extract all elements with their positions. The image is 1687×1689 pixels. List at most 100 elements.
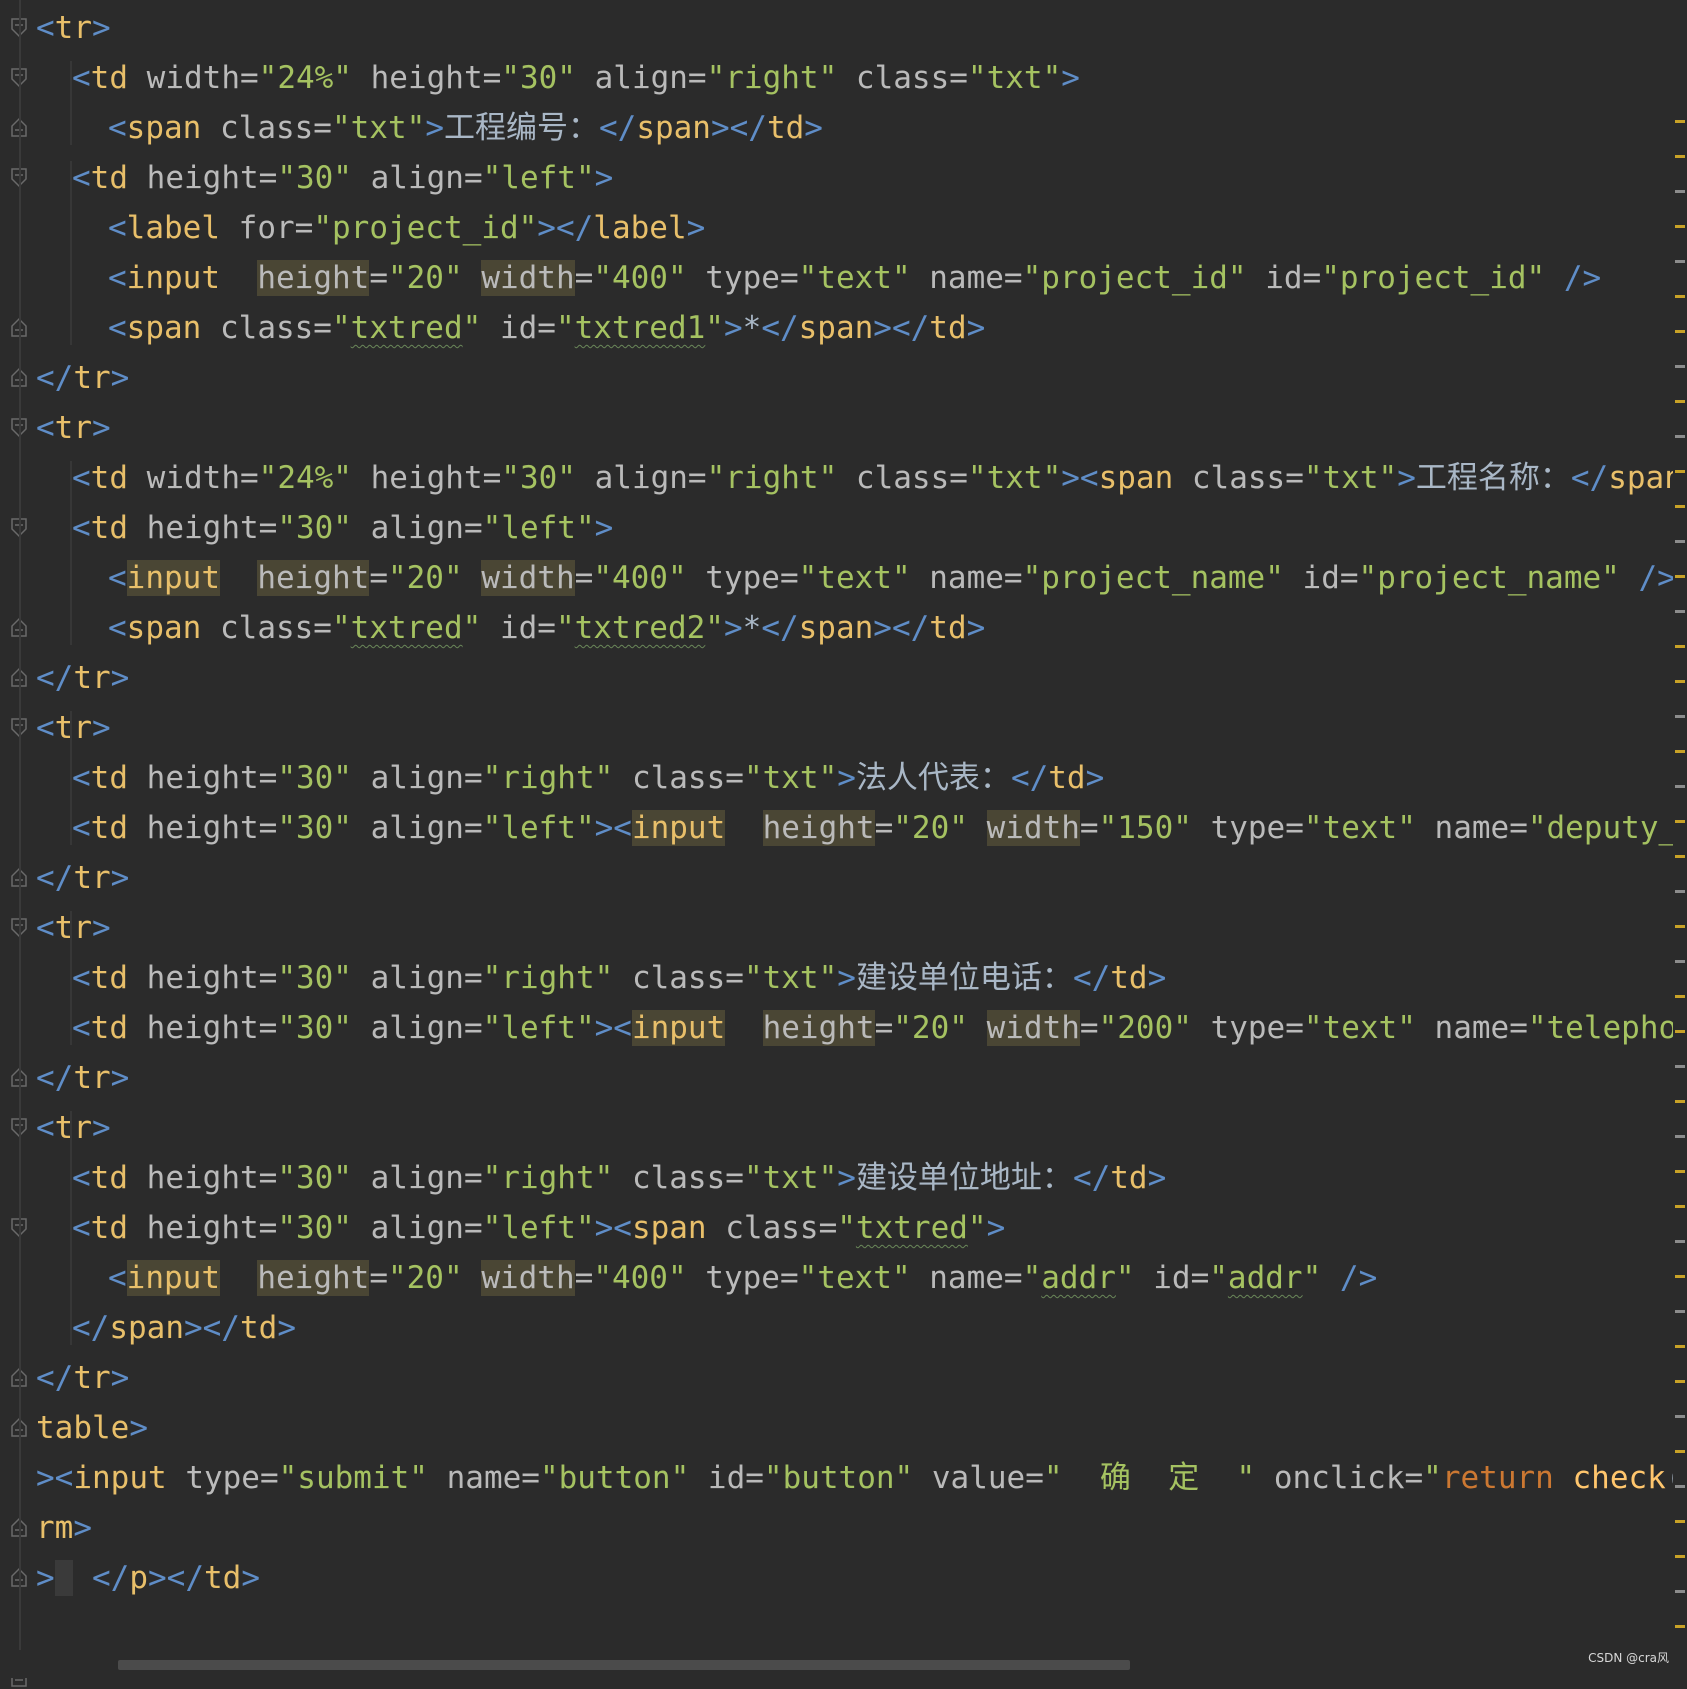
code-token: " xyxy=(462,610,482,646)
stripe-mark[interactable] xyxy=(1675,715,1685,718)
stripe-mark[interactable] xyxy=(1675,1485,1685,1488)
code-token: height= xyxy=(128,810,278,846)
code-line[interactable]: <input height="20" width="400" type="tex… xyxy=(108,253,1601,303)
stripe-mark[interactable] xyxy=(1675,680,1685,683)
stripe-mark[interactable] xyxy=(1675,540,1685,543)
code-line[interactable]: <td width="24%" height="30" align="right… xyxy=(72,53,1080,103)
stripe-mark[interactable] xyxy=(1675,855,1685,858)
code-line[interactable]: <td height="30" align="left"> xyxy=(72,503,613,553)
code-token: > xyxy=(1147,1160,1167,1196)
code-token: < xyxy=(72,510,91,546)
stripe-mark[interactable] xyxy=(1675,925,1685,928)
code-token: height= xyxy=(128,1210,278,1246)
code-line[interactable]: <td height="30" align="left"><span class… xyxy=(72,1203,1005,1253)
stripe-mark[interactable] xyxy=(1675,400,1685,403)
code-line[interactable]: <td height="30" align="right" class="txt… xyxy=(72,753,1104,803)
code-line[interactable]: <td height="30" align="left"><input heig… xyxy=(72,1003,1687,1053)
stripe-mark[interactable] xyxy=(1675,155,1685,158)
code-line[interactable]: <td height="30" align="left"><input heig… xyxy=(72,803,1687,853)
code-editor[interactable]: <tr> <td width="24%" height="30" align="r… xyxy=(0,0,1687,1687)
code-line[interactable]: rm> xyxy=(36,1503,92,1553)
code-token: "txt" xyxy=(967,460,1062,496)
stripe-mark[interactable] xyxy=(1675,365,1685,368)
stripe-mark[interactable] xyxy=(1675,295,1685,298)
stripe-mark[interactable] xyxy=(1675,435,1685,438)
code-line[interactable]: <tr> xyxy=(36,1103,111,1153)
stripe-mark[interactable] xyxy=(1675,820,1685,823)
code-line[interactable]: > </p></td> xyxy=(36,1553,260,1603)
code-line[interactable]: <td height="30" align="right" class="txt… xyxy=(72,1153,1166,1203)
code-line[interactable]: <span class="txtred" id="txtred2">*</spa… xyxy=(108,603,985,653)
code-token: td xyxy=(90,460,128,496)
code-line[interactable]: </span></td> xyxy=(72,1303,296,1353)
code-line[interactable]: </tr> xyxy=(36,653,129,703)
stripe-mark[interactable] xyxy=(1675,1135,1685,1138)
code-token: > xyxy=(110,360,130,396)
stripe-mark[interactable] xyxy=(1675,890,1685,893)
code-token: "text" xyxy=(798,1260,911,1296)
code-line[interactable]: </tr> xyxy=(36,1053,129,1103)
stripe-mark[interactable] xyxy=(1675,610,1685,613)
stripe-mark[interactable] xyxy=(1675,1065,1685,1068)
stripe-mark[interactable] xyxy=(1675,1030,1685,1033)
stripe-mark[interactable] xyxy=(1675,1205,1685,1208)
stripe-mark[interactable] xyxy=(1675,225,1685,228)
code-area[interactable]: <tr> <td width="24%" height="30" align="r… xyxy=(0,0,1687,1678)
code-token: span xyxy=(631,1210,707,1246)
code-line[interactable]: <td height="30" align="left"> xyxy=(72,153,613,203)
code-line[interactable]: </tr> xyxy=(36,353,129,403)
code-token: > xyxy=(1397,460,1416,496)
code-line[interactable]: <span class="txtred" id="txtred1">*</spa… xyxy=(108,303,985,353)
stripe-mark[interactable] xyxy=(1675,120,1685,123)
stripe-mark[interactable] xyxy=(1675,785,1685,788)
stripe-mark[interactable] xyxy=(1675,1450,1685,1453)
stripe-mark[interactable] xyxy=(1675,470,1685,473)
code-line[interactable]: <tr> xyxy=(36,403,111,453)
code-token: "20" xyxy=(387,1260,463,1296)
code-line[interactable]: <span class="txt">工程编号：</span></td> xyxy=(108,103,823,153)
code-token: " xyxy=(555,310,575,346)
stripe-mark[interactable] xyxy=(1675,330,1685,333)
code-line[interactable]: <tr> xyxy=(36,3,111,53)
stripe-mark[interactable] xyxy=(1675,1520,1685,1523)
code-line[interactable]: <td height="30" align="right" class="txt… xyxy=(72,953,1166,1003)
stripe-mark[interactable] xyxy=(1675,1415,1685,1418)
code-token: name= xyxy=(1415,810,1528,846)
code-line[interactable]: <input height="20" width="400" type="tex… xyxy=(108,553,1676,603)
code-token: class= xyxy=(706,1210,838,1246)
stripe-mark[interactable] xyxy=(1675,995,1685,998)
code-line[interactable]: </tr> xyxy=(36,853,129,903)
stripe-mark[interactable] xyxy=(1675,1170,1685,1173)
stripe-mark[interactable] xyxy=(1675,575,1685,578)
stripe-mark[interactable] xyxy=(1675,1590,1685,1593)
code-token: > xyxy=(425,110,444,146)
stripe-mark[interactable] xyxy=(1675,750,1685,753)
code-token: input xyxy=(73,1460,167,1496)
stripe-mark[interactable] xyxy=(1675,1345,1685,1348)
code-line[interactable]: ><input type="submit" name="button" id="… xyxy=(36,1453,1687,1503)
code-token: td xyxy=(929,610,967,646)
stripe-mark[interactable] xyxy=(1675,1625,1685,1628)
stripe-mark[interactable] xyxy=(1675,960,1685,963)
stripe-mark[interactable] xyxy=(1675,505,1685,508)
code-line[interactable]: <td width="24%" height="30" align="right… xyxy=(72,453,1687,503)
code-line[interactable]: <input height="20" width="400" type="tex… xyxy=(108,1253,1377,1303)
code-token: name= xyxy=(910,560,1023,596)
code-token: value= xyxy=(913,1460,1044,1496)
code-line[interactable]: <tr> xyxy=(36,903,111,953)
stripe-mark[interactable] xyxy=(1675,1240,1685,1243)
stripe-mark[interactable] xyxy=(1675,1100,1685,1103)
code-line[interactable]: <tr> xyxy=(36,703,111,753)
stripe-mark[interactable] xyxy=(1675,260,1685,263)
code-token: td xyxy=(239,1310,278,1346)
stripe-mark[interactable] xyxy=(1675,1555,1685,1558)
code-line[interactable]: <label for="project_id"></label> xyxy=(108,203,705,253)
stripe-mark[interactable] xyxy=(1675,190,1685,193)
stripe-mark[interactable] xyxy=(1675,645,1685,648)
stripe-mark[interactable] xyxy=(1675,1275,1685,1278)
horizontal-scrollbar-thumb[interactable] xyxy=(118,1660,1130,1670)
stripe-mark[interactable] xyxy=(1675,1310,1685,1313)
code-line[interactable]: </tr> xyxy=(36,1353,129,1403)
stripe-mark[interactable] xyxy=(1675,1380,1685,1383)
code-line[interactable]: table> xyxy=(36,1403,148,1453)
